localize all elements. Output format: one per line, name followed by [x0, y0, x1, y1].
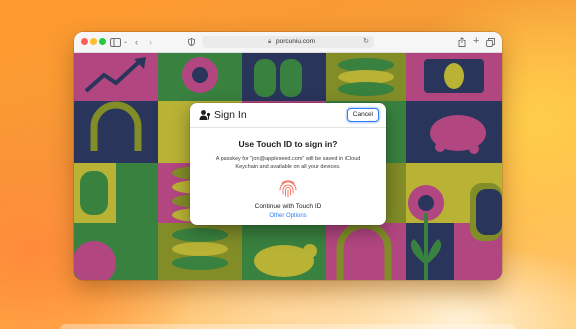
browser-toolbar: ⌄ ‹ › 🔒︎ porcuniu.com ↻ + — [74, 32, 502, 53]
touch-id-fingerprint-icon[interactable] — [277, 178, 299, 200]
tab-overview-icon[interactable] — [486, 35, 495, 51]
url-text: porcuniu.com — [276, 38, 316, 45]
passkey-sign-in-dialog: Sign In Cancel Use Touch ID to sign in? … — [190, 103, 386, 225]
continue-with-touch-id-text: Continue with Touch ID — [254, 203, 322, 210]
plus-icon[interactable]: + — [473, 35, 479, 48]
address-bar[interactable]: 🔒︎ porcuniu.com ↻ — [202, 36, 374, 48]
other-options-link[interactable]: Other Options — [190, 213, 386, 219]
safari-window: ⌄ ‹ › 🔒︎ porcuniu.com ↻ + Sign In Cancel… — [74, 32, 502, 280]
dialog-title: Sign In — [214, 109, 247, 121]
sidebar-icon[interactable] — [110, 35, 121, 51]
web-page-content: Sign In Cancel Use Touch ID to sign in? … — [74, 53, 502, 280]
dock — [60, 324, 516, 336]
chevron-left-icon[interactable]: ‹ — [135, 35, 138, 49]
cancel-button[interactable]: Cancel — [346, 108, 379, 122]
lock-icon: 🔒︎ — [268, 39, 272, 45]
reload-icon[interactable]: ↻ — [363, 36, 369, 48]
minimize-window-button[interactable] — [90, 38, 97, 45]
person-key-icon — [199, 110, 211, 120]
share-icon[interactable] — [458, 35, 466, 51]
zoom-window-button[interactable] — [99, 38, 106, 45]
close-window-button[interactable] — [81, 38, 88, 45]
dialog-message: A passkey for "jon@appleseed.com" will b… — [215, 156, 361, 170]
dialog-heading: Use Touch ID to sign in? — [238, 139, 338, 149]
dialog-header: Sign In Cancel — [190, 103, 386, 128]
chevron-down-icon[interactable]: ⌄ — [123, 35, 128, 49]
chevron-right-icon[interactable]: › — [149, 35, 152, 49]
privacy-shield-icon[interactable] — [188, 35, 195, 50]
